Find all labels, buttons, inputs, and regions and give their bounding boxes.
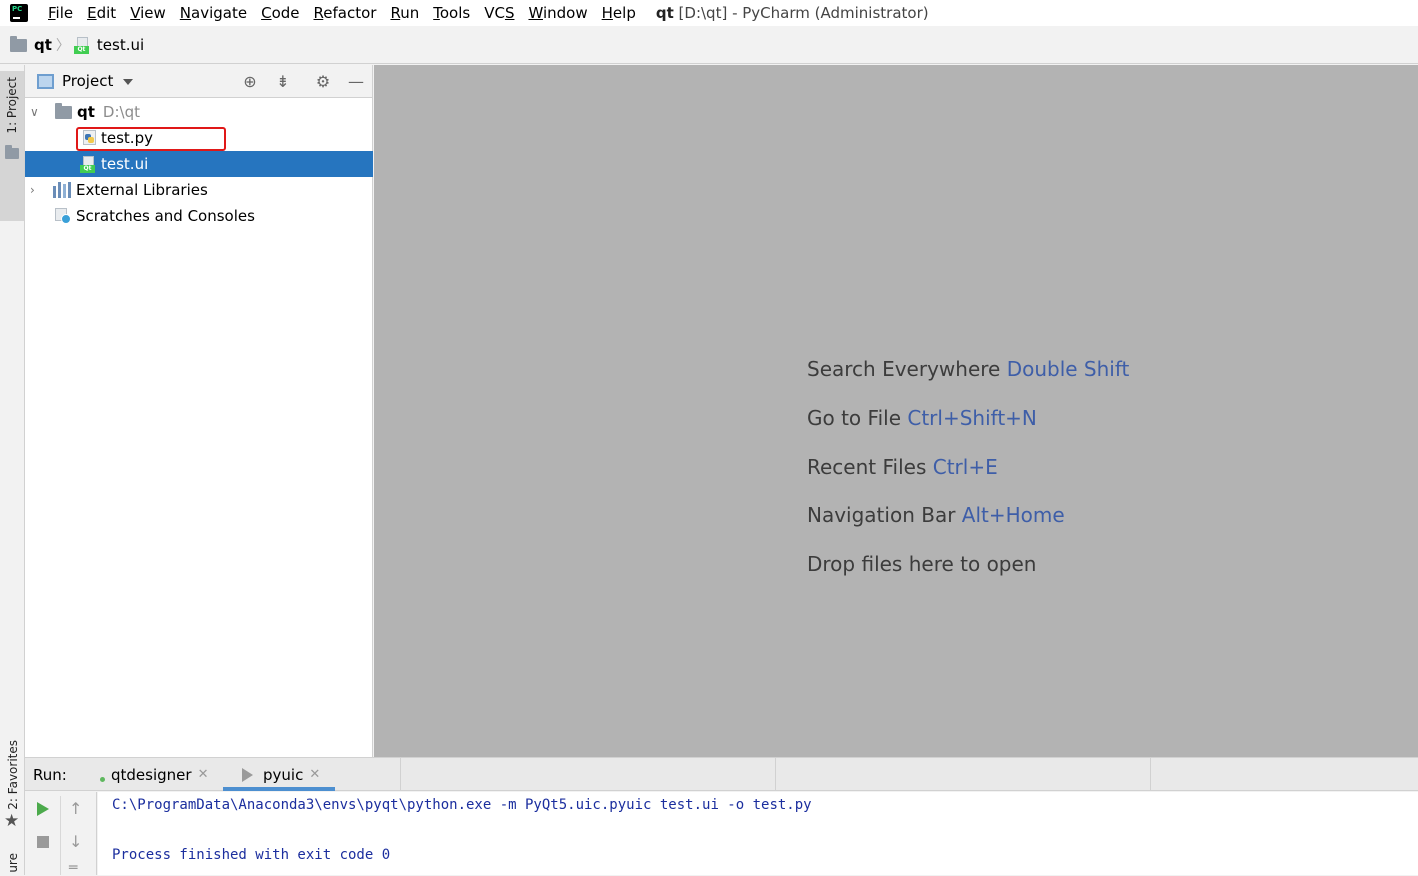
- project-view-selector[interactable]: Project: [62, 72, 113, 90]
- menu-help[interactable]: Help: [602, 4, 636, 22]
- up-arrow-icon[interactable]: ↑: [69, 799, 82, 818]
- divider: [400, 758, 401, 791]
- project-panel-header: Project ⊕ ⇟ ⚙ —: [25, 65, 372, 98]
- chevron-down-icon[interactable]: [123, 79, 134, 85]
- menu-refactor[interactable]: Refactor: [314, 4, 377, 22]
- menu-navigate[interactable]: Navigate: [180, 4, 247, 22]
- qt-ui-file-icon: Qt: [73, 36, 91, 54]
- breadcrumb: qt 〉 Qt test.ui: [0, 27, 1418, 64]
- minimize-icon[interactable]: —: [347, 73, 365, 91]
- tree-root-name: qt: [77, 103, 95, 121]
- down-arrow-icon[interactable]: ↓: [69, 832, 82, 851]
- divider: [60, 796, 61, 875]
- window-title: qt [D:\qt] - PyCharm (Administrator): [655, 4, 929, 22]
- run-console[interactable]: C:\ProgramData\Anaconda3\envs\pyqt\pytho…: [98, 792, 1418, 875]
- run-tab-label: qtdesigner: [111, 765, 192, 784]
- menu-bar: PC File Edit View Navigate Code Refactor…: [0, 0, 1418, 26]
- close-icon[interactable]: ✕: [309, 767, 320, 782]
- run-label: Run:: [33, 765, 67, 784]
- tree-file-name: test.ui: [101, 155, 149, 173]
- folder-icon: [10, 35, 27, 52]
- project-view-icon: [37, 73, 54, 89]
- run-tool-window-header: Run: qtdesigner ✕ pyuic ✕: [25, 757, 1418, 791]
- chevron-right-icon[interactable]: ›: [30, 183, 35, 197]
- gear-icon[interactable]: ⚙: [314, 73, 332, 91]
- favorites-star-icon[interactable]: ★: [4, 811, 19, 831]
- favorites-tool-label[interactable]: 2: Favorites: [6, 740, 20, 810]
- editor-empty-area[interactable]: Search Everywhere Double Shift Go to Fil…: [374, 65, 1418, 757]
- tree-external-libraries-label: External Libraries: [76, 181, 208, 199]
- folder-icon: [55, 102, 72, 119]
- stop-icon[interactable]: [37, 836, 49, 848]
- console-line: Process finished with exit code 0: [112, 847, 391, 863]
- run-config-icon: [242, 767, 253, 782]
- hint-go-to-file: Go to File Ctrl+Shift+N: [807, 406, 1037, 430]
- menu-tools[interactable]: Tools: [433, 4, 470, 22]
- breadcrumb-root[interactable]: qt: [34, 36, 52, 54]
- soft-wrap-icon[interactable]: ═: [69, 860, 77, 876]
- menu-vcs[interactable]: VCS: [484, 4, 514, 22]
- menu-edit[interactable]: Edit: [87, 4, 116, 22]
- scratches-icon: [55, 208, 71, 224]
- hint-drop-files: Drop files here to open: [807, 552, 1037, 576]
- breadcrumb-file[interactable]: test.ui: [97, 36, 144, 54]
- project-tool-button[interactable]: 1: Project: [0, 71, 24, 221]
- tree-scratches[interactable]: Scratches and Consoles: [25, 203, 373, 229]
- library-icon: [53, 182, 72, 198]
- chevron-down-icon[interactable]: ∨: [30, 105, 39, 119]
- divider: [775, 758, 776, 791]
- project-tool-icon: [5, 145, 19, 159]
- tree-root-qt[interactable]: ∨ qt D:\qt: [25, 99, 373, 125]
- divider: [1150, 758, 1151, 791]
- console-line: C:\ProgramData\Anaconda3\envs\pyqt\pytho…: [112, 797, 812, 813]
- hint-navigation-bar: Navigation Bar Alt+Home: [807, 503, 1065, 527]
- structure-tool-label[interactable]: ure: [6, 853, 20, 873]
- tree-root-path: D:\qt: [102, 103, 140, 121]
- tree-file-test-ui[interactable]: Qt test.ui: [25, 151, 373, 177]
- pycharm-logo-icon: PC: [10, 4, 28, 22]
- project-panel: Project ⊕ ⇟ ⚙ — ∨ qt D:\qt test.py Qt te…: [25, 65, 373, 757]
- hint-search-everywhere: Search Everywhere Double Shift: [807, 357, 1130, 381]
- active-tab-indicator: [223, 787, 335, 791]
- locate-target-icon[interactable]: ⊕: [241, 73, 259, 91]
- tree-external-libraries[interactable]: › External Libraries: [25, 177, 373, 203]
- close-icon[interactable]: ✕: [198, 767, 209, 782]
- menu-run[interactable]: Run: [390, 4, 419, 22]
- menu-file[interactable]: File: [48, 4, 73, 22]
- run-tab-label: pyuic: [263, 765, 304, 784]
- project-tool-label: 1: Project: [5, 77, 19, 134]
- menu-window[interactable]: Window: [528, 4, 587, 22]
- collapse-all-icon[interactable]: ⇟: [274, 73, 292, 91]
- running-indicator-icon: [100, 777, 105, 782]
- qt-ui-file-icon: Qt: [80, 155, 97, 173]
- run-tab-qtdesigner[interactable]: qtdesigner ✕: [100, 758, 208, 791]
- rerun-icon[interactable]: [37, 802, 49, 816]
- run-toolbar: ↑ ↓ ═: [25, 792, 97, 876]
- breadcrumb-separator-icon: 〉: [55, 38, 70, 54]
- hint-recent-files: Recent Files Ctrl+E: [807, 455, 998, 479]
- tree-scratches-label: Scratches and Consoles: [76, 207, 255, 225]
- annotation-highlight-box: [76, 127, 226, 151]
- left-tool-stripe: 1: Project 2: Favorites ★ ure: [0, 65, 25, 875]
- menu-view[interactable]: View: [130, 4, 166, 22]
- menu-code[interactable]: Code: [261, 4, 299, 22]
